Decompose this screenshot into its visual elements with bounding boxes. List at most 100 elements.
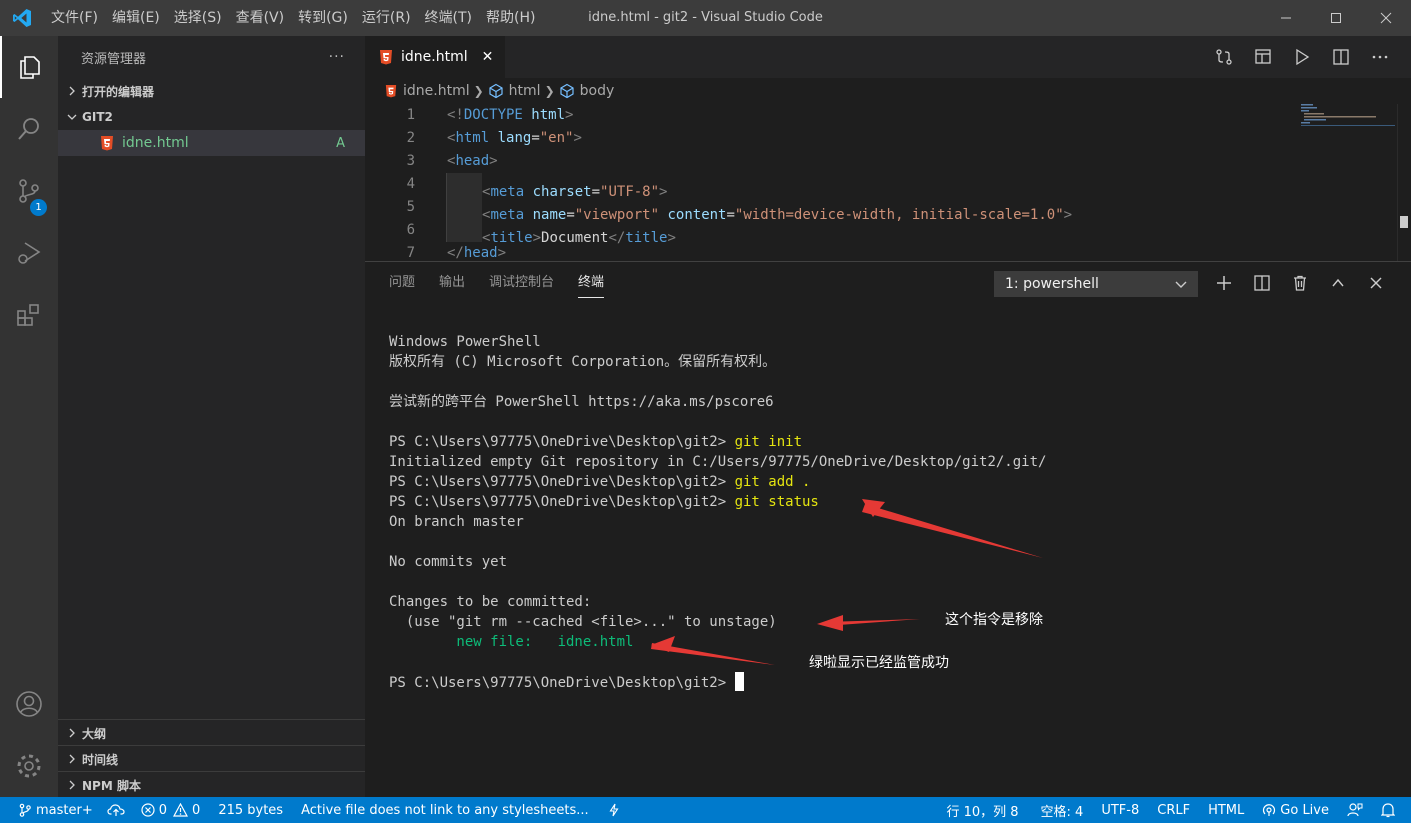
breadcrumb-body[interactable]: body bbox=[559, 83, 615, 99]
more-editor-actions-button[interactable] bbox=[1360, 48, 1399, 66]
menu-edit[interactable]: 编辑(E) bbox=[105, 0, 167, 36]
minimize-icon bbox=[1281, 17, 1291, 19]
status-go-live-label: Go Live bbox=[1280, 802, 1329, 818]
close-panel-button[interactable] bbox=[1357, 275, 1395, 291]
status-language[interactable]: HTML bbox=[1208, 803, 1244, 818]
terminal-select[interactable]: 1: powershell bbox=[994, 271, 1198, 297]
sidebar-title: 资源管理器 bbox=[81, 51, 147, 67]
activity-accounts[interactable] bbox=[0, 673, 58, 735]
menu-file[interactable]: 文件(F) bbox=[44, 0, 105, 36]
code-token: > bbox=[565, 107, 574, 123]
terminal-prompt: PS C:\Users\97775\OneDrive\Desktop\git2> bbox=[389, 434, 735, 450]
window-controls bbox=[1261, 0, 1411, 36]
status-message[interactable]: Active file does not link to any stylesh… bbox=[301, 803, 589, 818]
section-npm-scripts-label: NPM 脚本 bbox=[82, 778, 141, 793]
activity-search[interactable] bbox=[0, 98, 58, 160]
indent-guide bbox=[446, 173, 482, 196]
menu-selection[interactable]: 选择(S) bbox=[167, 0, 229, 36]
activity-source-control[interactable]: 1 bbox=[0, 160, 58, 222]
activity-settings[interactable] bbox=[0, 735, 58, 797]
breadcrumb-html[interactable]: html bbox=[488, 83, 541, 99]
extensions-icon bbox=[17, 304, 39, 326]
minimap[interactable] bbox=[1301, 104, 1397, 261]
terminal-line: Windows PowerShell bbox=[389, 334, 541, 350]
status-branch[interactable]: master+ bbox=[18, 803, 93, 818]
menu-go[interactable]: 转到(G) bbox=[291, 0, 355, 36]
bell-icon bbox=[1381, 803, 1395, 818]
tab-debug-console[interactable]: 调试控制台 bbox=[489, 262, 554, 304]
code-token: html bbox=[455, 130, 490, 146]
open-changes-button[interactable] bbox=[1204, 48, 1243, 66]
menu-view[interactable]: 查看(V) bbox=[229, 0, 292, 36]
chevron-right-icon: ❯ bbox=[473, 84, 484, 98]
lightning-icon[interactable] bbox=[609, 803, 619, 817]
code-token: "en" bbox=[539, 130, 574, 146]
tab-problems[interactable]: 问题 bbox=[389, 262, 415, 304]
line-number: 3 bbox=[406, 153, 415, 169]
search-icon bbox=[18, 118, 39, 140]
section-outline-wrap: 大纲 bbox=[58, 719, 365, 746]
status-encoding[interactable]: UTF-8 bbox=[1101, 803, 1139, 818]
section-folder[interactable]: GIT2 bbox=[58, 104, 365, 130]
line-number: 6 bbox=[406, 222, 415, 238]
activity-extensions[interactable] bbox=[0, 284, 58, 346]
menu-help[interactable]: 帮助(H) bbox=[479, 0, 542, 36]
menu-terminal[interactable]: 终端(T) bbox=[418, 0, 479, 36]
status-go-live[interactable]: Go Live bbox=[1262, 803, 1329, 818]
more-actions-button[interactable]: ··· bbox=[329, 49, 345, 65]
split-editor-button[interactable] bbox=[1321, 48, 1360, 66]
section-timeline[interactable]: 时间线 bbox=[58, 746, 365, 772]
tab-close-button[interactable]: ✕ bbox=[482, 49, 494, 65]
code-token: > bbox=[1063, 207, 1073, 223]
code-token: title bbox=[625, 230, 668, 246]
close-window-button[interactable] bbox=[1361, 0, 1411, 36]
tab-terminal[interactable]: 终端 bbox=[578, 262, 605, 304]
chevron-right-icon: ❯ bbox=[544, 84, 555, 98]
status-feedback[interactable] bbox=[1347, 802, 1363, 818]
code-token: > bbox=[497, 245, 507, 261]
run-file-button[interactable] bbox=[1282, 48, 1321, 66]
tab-idne-html[interactable]: idne.html ✕ bbox=[365, 36, 505, 78]
terminal-line: PS C:\Users\97775\OneDrive\Desktop\git2> bbox=[389, 672, 1046, 692]
activity-explorer[interactable] bbox=[0, 36, 58, 98]
status-notifications[interactable] bbox=[1381, 802, 1395, 818]
file-item-idne-html[interactable]: idne.html A bbox=[58, 130, 365, 156]
maximize-panel-button[interactable] bbox=[1319, 275, 1357, 291]
section-outline[interactable]: 大纲 bbox=[58, 720, 365, 746]
section-npm-scripts[interactable]: NPM 脚本 bbox=[58, 772, 365, 798]
code-token: = bbox=[726, 207, 735, 223]
section-open-editors[interactable]: 打开的编辑器 bbox=[58, 78, 365, 104]
menu-run[interactable]: 运行(R) bbox=[355, 0, 418, 36]
code-token: <! bbox=[447, 107, 464, 123]
code-token: head bbox=[463, 245, 498, 261]
breadcrumb-html-label: html bbox=[508, 83, 541, 99]
tab-label: idne.html bbox=[401, 49, 468, 65]
status-indentation[interactable]: 空格: 4 bbox=[1041, 801, 1084, 820]
chevron-right-icon bbox=[64, 728, 80, 738]
breadcrumb-body-label: body bbox=[579, 83, 615, 99]
code-token: > bbox=[489, 153, 498, 169]
kill-terminal-button[interactable] bbox=[1281, 275, 1319, 291]
breadcrumb-file[interactable]: idne.html bbox=[385, 83, 470, 99]
status-eol[interactable]: CRLF bbox=[1157, 803, 1190, 818]
activity-run-debug[interactable] bbox=[0, 222, 58, 284]
chevron-right-icon bbox=[64, 86, 80, 96]
chevron-right-icon bbox=[64, 780, 80, 790]
warning-count: 0 bbox=[192, 802, 201, 818]
tab-output[interactable]: 输出 bbox=[439, 262, 465, 304]
split-terminal-button[interactable] bbox=[1243, 275, 1281, 291]
new-terminal-button[interactable] bbox=[1205, 275, 1243, 291]
maximize-button[interactable] bbox=[1311, 0, 1361, 36]
code-editor[interactable]: 1 <!DOCTYPE html> 2 <html lang="en"> 3 <… bbox=[365, 104, 1411, 261]
terminal-output[interactable]: Windows PowerShell 版权所有 (C) Microsoft Co… bbox=[389, 332, 1046, 692]
status-problems[interactable]: 0 0 bbox=[141, 802, 201, 818]
status-sync[interactable] bbox=[107, 803, 125, 817]
editor-scrollbar[interactable] bbox=[1397, 104, 1411, 261]
plus-icon bbox=[1217, 276, 1231, 290]
code-token: > bbox=[532, 230, 542, 246]
status-cursor-position[interactable]: 行 10，列 8 bbox=[946, 801, 1018, 820]
open-preview-button[interactable] bbox=[1243, 48, 1282, 66]
minimize-button[interactable] bbox=[1261, 0, 1311, 36]
